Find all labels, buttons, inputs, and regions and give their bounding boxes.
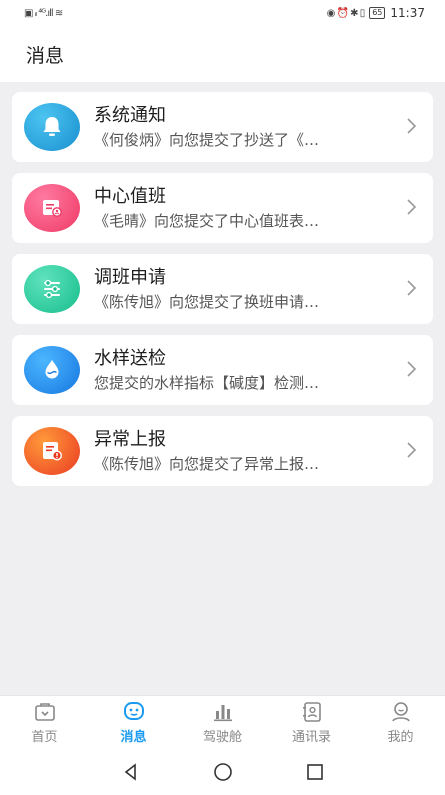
- water-drop-icon: [24, 346, 80, 394]
- chevron-right-icon: [407, 361, 417, 377]
- status-time: 11:37: [390, 6, 425, 20]
- back-icon[interactable]: [120, 761, 142, 783]
- bell-icon: [24, 103, 80, 151]
- report-warning-icon: [24, 427, 80, 475]
- tab-label: 驾驶舱: [202, 730, 242, 745]
- tab-cockpit[interactable]: 驾驶舱: [178, 700, 267, 745]
- chevron-right-icon: [407, 280, 417, 296]
- message-text: 中心值班 《毛晴》向您提交了中心值班表…: [94, 185, 389, 232]
- message-preview: 《毛晴》向您提交了中心值班表…: [94, 211, 320, 230]
- message-item-center-duty[interactable]: 中心值班 《毛晴》向您提交了中心值班表…: [12, 173, 433, 243]
- message-item-exception-report[interactable]: 异常上报 《陈传旭》向您提交了异常上报…: [12, 416, 433, 486]
- message-title: 调班申请: [94, 266, 166, 288]
- message-text: 调班申请 《陈传旭》向您提交了换班申请…: [94, 266, 389, 313]
- message-list: 系统通知 《何俊炳》向您提交了抄送了《… 中心值班 《毛晴》向您提交了中心值班表…: [12, 92, 433, 497]
- bottom-tab-bar: 首页 消息 驾驶舱 通讯录 我的: [0, 695, 445, 749]
- signal-icon: ▣ ᵢₗ ⁴ᴳ.ıll ≋: [24, 7, 63, 19]
- message-preview: 《陈传旭》向您提交了换班申请…: [94, 292, 320, 311]
- tab-messages[interactable]: 消息: [89, 700, 178, 745]
- tab-label: 通讯录: [291, 730, 331, 745]
- recents-square-icon[interactable]: [304, 761, 326, 783]
- message-title: 中心值班: [94, 185, 166, 207]
- contacts-icon: [302, 702, 321, 722]
- sliders-icon: [24, 265, 80, 313]
- chevron-right-icon: [407, 442, 417, 458]
- status-bar: ▣ ᵢₗ ⁴ᴳ.ıll ≋ ◉ ⏰ ✱ ▯ 65 11:37: [0, 0, 445, 26]
- message-text: 系统通知 《何俊炳》向您提交了抄送了《…: [94, 104, 389, 151]
- profile-icon: [391, 702, 410, 722]
- tab-label: 我的: [387, 730, 414, 745]
- page-title: 消息: [26, 44, 65, 67]
- bar-chart-icon: [213, 705, 232, 722]
- app-header: 消息: [0, 26, 445, 82]
- battery-icon: 65: [369, 7, 386, 19]
- message-preview: 《陈传旭》向您提交了异常上报…: [94, 454, 320, 473]
- message-preview: 《何俊炳》向您提交了抄送了《…: [94, 130, 320, 149]
- chevron-right-icon: [407, 118, 417, 134]
- tab-contacts[interactable]: 通讯录: [267, 700, 356, 745]
- message-item-shift-request[interactable]: 调班申请 《陈传旭》向您提交了换班申请…: [12, 254, 433, 324]
- message-item-water-sample[interactable]: 水样送检 您提交的水样指标【碱度】检测…: [12, 335, 433, 405]
- message-text: 异常上报 《陈传旭》向您提交了异常上报…: [94, 428, 389, 475]
- message-preview: 您提交的水样指标【碱度】检测…: [94, 373, 320, 392]
- message-title: 系统通知: [94, 104, 166, 126]
- home-circle-icon[interactable]: [212, 761, 234, 783]
- system-nav-bar: [0, 749, 445, 795]
- system-icons: ◉ ⏰ ✱ ▯: [326, 7, 366, 19]
- message-icon: [123, 702, 144, 720]
- message-item-system-notice[interactable]: 系统通知 《何俊炳》向您提交了抄送了《…: [12, 92, 433, 162]
- tab-label: 首页: [31, 730, 58, 745]
- status-right: ◉ ⏰ ✱ ▯ 65 11:37: [327, 6, 425, 20]
- tab-home[interactable]: 首页: [0, 700, 89, 745]
- chevron-right-icon: [407, 199, 417, 215]
- message-title: 异常上报: [94, 428, 166, 450]
- message-text: 水样送检 您提交的水样指标【碱度】检测…: [94, 347, 389, 394]
- duty-roster-icon: [24, 184, 80, 232]
- message-title: 水样送检: [94, 347, 166, 369]
- tab-profile[interactable]: 我的: [356, 700, 445, 745]
- tab-label: 消息: [120, 730, 147, 745]
- home-icon: [34, 703, 55, 721]
- status-left: ▣ ᵢₗ ⁴ᴳ.ıll ≋: [24, 7, 63, 19]
